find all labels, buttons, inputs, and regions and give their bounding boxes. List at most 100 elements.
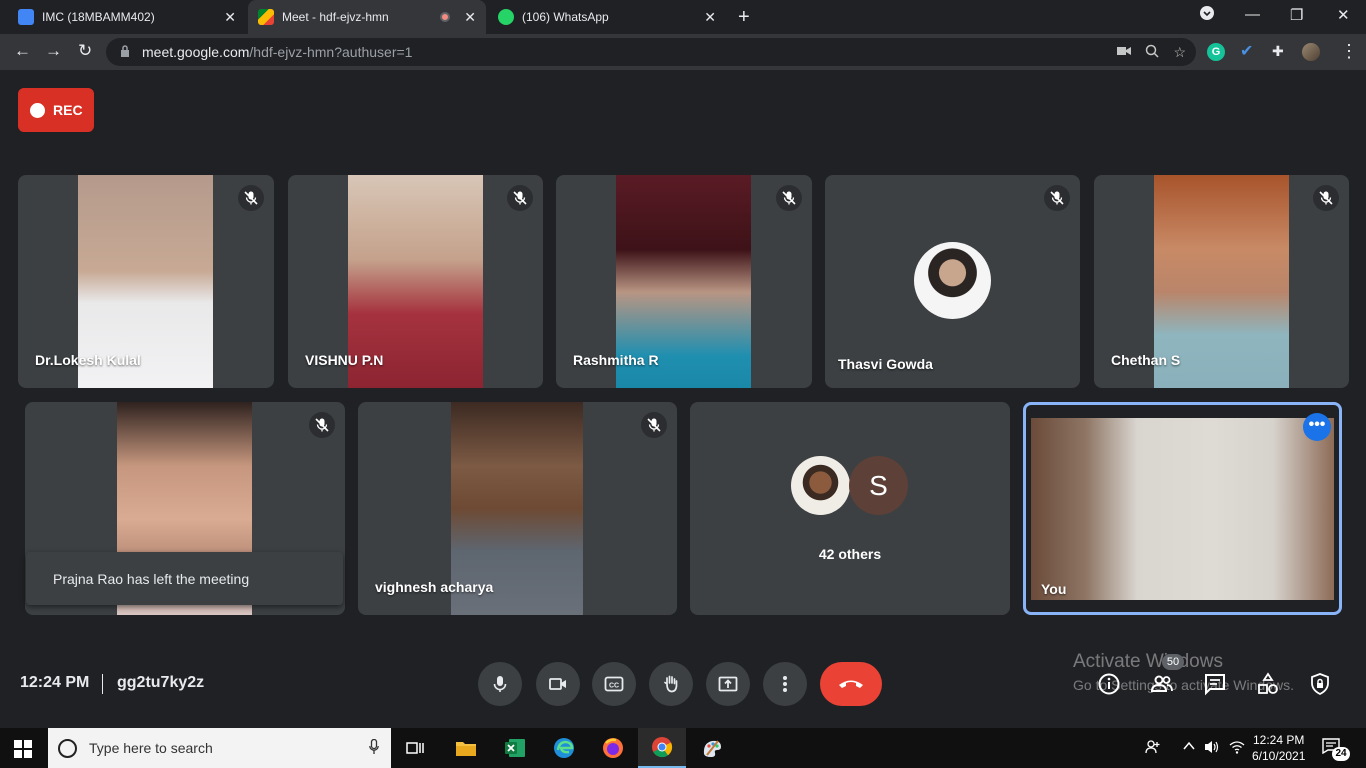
tab-title: (106) WhatsApp: [522, 10, 609, 24]
recording-label: REC: [53, 102, 83, 118]
self-tile[interactable]: ••• You: [1023, 402, 1342, 615]
more-options-button[interactable]: •••: [1303, 413, 1331, 441]
participant-name: Dr.Lokesh Kulal: [35, 352, 141, 368]
windows-taskbar: Type here to search 12:24 PM 6/10/2021 2…: [0, 728, 1366, 768]
browser-menu-icon[interactable]: ⋮: [1340, 41, 1358, 62]
chat-button[interactable]: [1201, 670, 1229, 698]
extensions-puzzle-icon[interactable]: ✚: [1272, 43, 1290, 61]
mic-muted-icon: [776, 185, 802, 211]
closed-captions-icon: CC: [604, 676, 624, 692]
participant-tile[interactable]: Thasvi Gowda: [825, 175, 1080, 388]
close-window-icon[interactable]: ✕: [1337, 6, 1350, 24]
checkmark-extension-icon[interactable]: ✔: [1240, 41, 1258, 60]
self-video: [1031, 418, 1334, 600]
microphone-button[interactable]: [478, 662, 522, 706]
tab-imc[interactable]: IMC (18MBAMM402) ✕: [8, 0, 246, 34]
restore-icon[interactable]: ❐: [1290, 6, 1303, 24]
activities-icon: [1258, 672, 1278, 694]
participant-tile[interactable]: VISHNU P.N: [288, 175, 543, 388]
participant-tile[interactable]: Rashmitha R: [556, 175, 812, 388]
participant-count-badge: 50: [1162, 654, 1184, 670]
mic-muted-icon: [309, 412, 335, 438]
other-participant-avatar: [791, 456, 850, 515]
others-count: 42 others: [818, 546, 882, 562]
present-screen-icon: [718, 676, 738, 692]
search-placeholder: Type here to search: [89, 740, 213, 756]
recording-badge[interactable]: REC: [18, 88, 94, 132]
wifi-icon[interactable]: [1229, 739, 1245, 758]
shield-lock-icon: [1311, 673, 1329, 696]
leave-call-button[interactable]: [820, 662, 882, 706]
mic-muted-icon: [1044, 185, 1070, 211]
forward-icon[interactable]: →: [45, 41, 62, 61]
participant-tile[interactable]: Chethan S: [1094, 175, 1349, 388]
participant-tile[interactable]: vighnesh acharya: [358, 402, 677, 615]
reload-icon[interactable]: ↻: [78, 41, 92, 61]
activities-button[interactable]: [1254, 670, 1282, 698]
meet-icon: [258, 9, 274, 25]
close-tab-icon[interactable]: ✕: [464, 9, 476, 26]
camera-icon[interactable]: [1117, 44, 1132, 61]
present-screen-button[interactable]: [706, 662, 750, 706]
tab-title: IMC (18MBAMM402): [42, 10, 155, 24]
participant-name: vighnesh acharya: [375, 579, 494, 595]
edge-icon[interactable]: [540, 728, 588, 768]
task-view-icon[interactable]: [392, 728, 440, 768]
others-tile[interactable]: S 42 others: [690, 402, 1010, 615]
clock-date: 6/10/2021: [1252, 749, 1306, 763]
voice-search-icon[interactable]: [369, 738, 379, 758]
notification-toast: Prajna Rao has left the meeting: [26, 552, 343, 605]
participant-tile[interactable]: Dr.Lokesh Kulal: [18, 175, 274, 388]
chat-icon: [1205, 674, 1225, 696]
close-tab-icon[interactable]: ✕: [704, 9, 716, 26]
firefox-icon[interactable]: [589, 728, 637, 768]
more-vertical-icon: [783, 676, 787, 692]
tab-meet[interactable]: Meet - hdf-ejvz-hmn ✕: [248, 0, 486, 34]
url-host: meet.google.com: [142, 44, 250, 60]
file-explorer-icon[interactable]: [442, 728, 490, 768]
chrome-icon[interactable]: [638, 728, 686, 768]
close-tab-icon[interactable]: ✕: [224, 9, 236, 26]
browser-tab-strip: IMC (18MBAMM402) ✕ Meet - hdf-ejvz-hmn ✕…: [0, 0, 1366, 34]
record-dot-icon: [30, 102, 45, 118]
participant-name: Rashmitha R: [573, 352, 659, 368]
captions-button[interactable]: CC: [592, 662, 636, 706]
host-controls-button[interactable]: [1306, 670, 1334, 698]
participant-name: Chethan S: [1111, 352, 1181, 368]
video-camera-icon: [549, 678, 566, 690]
address-bar[interactable]: meet.google.com/hdf-ejvz-hmn?authuser=1 …: [106, 38, 1196, 66]
raise-hand-button[interactable]: [649, 662, 693, 706]
tab-whatsapp[interactable]: (106) WhatsApp ✕: [488, 0, 726, 34]
hand-icon: [664, 675, 678, 693]
other-participant-initial: S: [849, 456, 908, 515]
system-clock[interactable]: 12:24 PM 6/10/2021: [1252, 732, 1305, 764]
people-tray-icon[interactable]: [1145, 739, 1161, 758]
camera-button[interactable]: [536, 662, 580, 706]
volume-icon[interactable]: [1204, 739, 1220, 758]
mic-muted-icon: [507, 185, 533, 211]
people-button[interactable]: [1148, 670, 1176, 698]
excel-icon[interactable]: [491, 728, 539, 768]
taskbar-search-box[interactable]: Type here to search: [48, 728, 391, 768]
more-options-menu-button[interactable]: [763, 662, 807, 706]
meeting-details-button[interactable]: [1095, 670, 1123, 698]
mic-muted-icon: [1313, 185, 1339, 211]
bookmark-star-icon[interactable]: ☆: [1173, 44, 1186, 61]
clock-time: 12:24 PM: [1253, 733, 1305, 747]
back-icon[interactable]: ←: [14, 41, 31, 61]
meeting-time: 12:24 PM: [20, 674, 90, 691]
participant-name: VISHNU P.N: [305, 352, 384, 368]
chevron-up-icon[interactable]: [1182, 739, 1196, 756]
minimize-icon[interactable]: —: [1245, 6, 1260, 23]
new-tab-button[interactable]: +: [738, 6, 750, 29]
profile-avatar[interactable]: [1302, 43, 1320, 61]
cortana-icon: [58, 738, 77, 758]
grammarly-icon[interactable]: G: [1207, 43, 1225, 61]
tab-search-icon[interactable]: [1200, 6, 1214, 24]
paint-icon[interactable]: [688, 728, 736, 768]
zoom-icon[interactable]: [1145, 44, 1159, 61]
tab-title: Meet - hdf-ejvz-hmn: [282, 10, 389, 24]
participant-avatar: [914, 242, 991, 319]
windows-start-icon[interactable]: [14, 740, 32, 763]
svg-text:CC: CC: [609, 683, 619, 690]
